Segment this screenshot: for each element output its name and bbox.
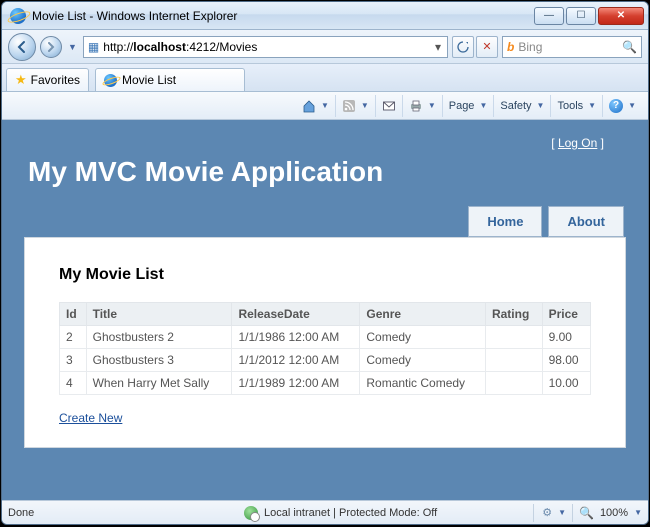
table-row: 2Ghostbusters 21/1/1986 12:00 AMComedy 9.… [60,326,591,349]
url-text: http://localhost:4212/Movies [103,40,427,54]
col-id: Id [60,303,87,326]
feeds-button[interactable]: ▼ [335,95,375,117]
titlebar: Movie List - Windows Internet Explorer —… [2,2,648,30]
create-new-link[interactable]: Create New [59,411,122,425]
col-rating: Rating [485,303,542,326]
command-bar: ▼ ▼ ▼ Page▼ Safety▼ Tools▼ ?▼ [2,92,648,120]
tab-label: Movie List [122,73,176,87]
forward-button[interactable] [40,36,62,58]
url-host: localhost [133,40,186,54]
col-release: ReleaseDate [232,303,360,326]
url-prefix: http:// [103,40,133,54]
favorites-label: Favorites [31,73,80,87]
search-icon[interactable]: 🔍 [622,40,637,54]
status-bar: Done Local intranet | Protected Mode: Of… [2,500,648,524]
url-dropdown-icon[interactable]: ▾ [431,40,445,54]
tab-favicon [104,74,117,87]
cell-title: Ghostbusters 3 [86,349,232,372]
page-heading: My Movie List [59,266,591,284]
protected-mode-icon[interactable]: ⚙ [542,506,552,519]
cell-genre: Comedy [360,326,486,349]
zoom-text: 100% [600,507,628,519]
maximize-button[interactable]: ☐ [566,7,596,25]
bing-icon: b [507,40,514,54]
nav-history-dropdown[interactable]: ▼ [68,42,77,52]
readmail-button[interactable] [375,95,402,117]
window-buttons: — ☐ ✕ [532,7,644,25]
refresh-button[interactable] [452,36,474,58]
nav-about[interactable]: About [548,206,624,237]
cell-rating [485,326,542,349]
tools-menu-label: Tools [557,100,583,112]
zone-icon [244,506,258,520]
search-provider: Bing [518,40,542,54]
table-header-row: Id Title ReleaseDate Genre Rating Price [60,303,591,326]
star-icon: ★ [15,72,27,88]
col-genre: Genre [360,303,486,326]
page-menu[interactable]: Page▼ [442,95,494,117]
tab-row: ★ Favorites Movie List [2,64,648,92]
page-menu-label: Page [449,100,475,112]
cell-release: 1/1/1986 12:00 AM [232,326,360,349]
stop-button[interactable]: ✕ [476,36,498,58]
zoom-dropdown[interactable]: ▼ [634,508,642,517]
content-panel: My Movie List Id Title ReleaseDate Genre… [24,237,626,448]
tools-menu[interactable]: Tools▼ [550,95,602,117]
help-menu[interactable]: ?▼ [602,95,642,117]
window-title: Movie List - Windows Internet Explorer [32,9,237,23]
cell-title: Ghostbusters 2 [86,326,232,349]
browser-window: Movie List - Windows Internet Explorer —… [1,1,649,525]
cell-id: 3 [60,349,87,372]
favorites-button[interactable]: ★ Favorites [6,68,89,91]
home-button[interactable]: ▼ [296,95,335,117]
tab-movie-list[interactable]: Movie List [95,68,245,91]
nav-home[interactable]: Home [468,206,542,237]
cell-release: 1/1/1989 12:00 AM [232,372,360,395]
cell-price: 9.00 [542,326,590,349]
page-viewport: [ Log On ] My MVC Movie Application Home… [2,120,648,500]
print-button[interactable]: ▼ [402,95,442,117]
page-icon: ▦ [88,40,99,54]
cell-rating [485,372,542,395]
cell-price: 10.00 [542,372,590,395]
cell-id: 2 [60,326,87,349]
close-button[interactable]: ✕ [598,7,644,25]
help-icon: ? [609,99,623,113]
cell-price: 98.00 [542,349,590,372]
cell-genre: Comedy [360,349,486,372]
status-text: Done [8,507,148,519]
safety-menu[interactable]: Safety▼ [493,95,550,117]
cell-id: 4 [60,372,87,395]
col-price: Price [542,303,590,326]
table-row: 4When Harry Met Sally1/1/1989 12:00 AMRo… [60,372,591,395]
logon-link[interactable]: Log On [558,136,597,150]
ie-icon [10,8,26,24]
address-bar-row: ▼ ▦ http://localhost:4212/Movies ▾ ✕ b B… [2,30,648,64]
address-bar[interactable]: ▦ http://localhost:4212/Movies ▾ [83,36,448,58]
col-title: Title [86,303,232,326]
cell-genre: Romantic Comedy [360,372,486,395]
movies-table: Id Title ReleaseDate Genre Rating Price … [59,302,591,395]
cell-title: When Harry Met Sally [86,372,232,395]
app-title: My MVC Movie Application [28,156,622,188]
site-nav: Home About [24,206,626,237]
url-path: :4212/Movies [186,40,257,54]
cell-rating [485,349,542,372]
minimize-button[interactable]: — [534,7,564,25]
back-button[interactable] [8,33,36,61]
safety-menu-label: Safety [500,100,531,112]
site: [ Log On ] My MVC Movie Application Home… [14,120,636,448]
logon-area: [ Log On ] [24,136,626,150]
zone-text: Local intranet | Protected Mode: Off [264,507,437,519]
cell-release: 1/1/2012 12:00 AM [232,349,360,372]
table-row: 3Ghostbusters 31/1/2012 12:00 AMComedy 98… [60,349,591,372]
zoom-icon[interactable]: 🔍 [579,506,594,520]
search-box[interactable]: b Bing 🔍 [502,36,642,58]
